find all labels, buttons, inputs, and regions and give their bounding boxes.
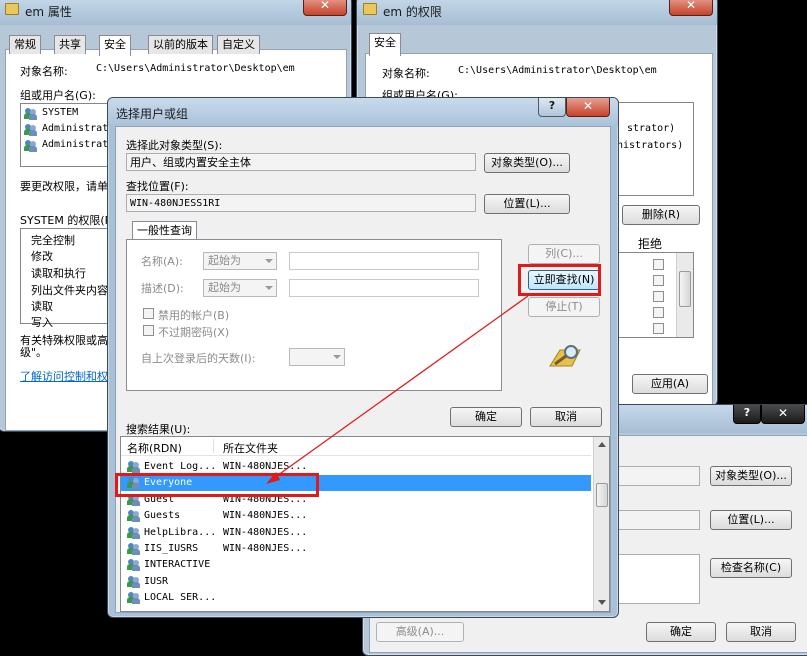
annotation-arrow <box>266 295 529 484</box>
